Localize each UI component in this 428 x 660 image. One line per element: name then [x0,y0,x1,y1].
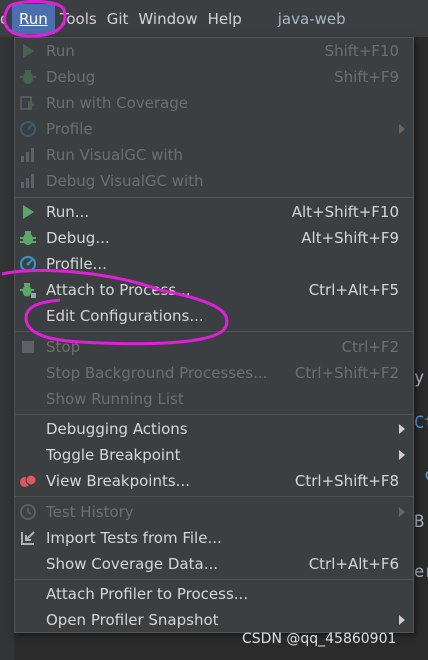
menu-item-label: Run VisualGC with [46,146,183,164]
menu-tools-label: Tools [59,9,97,28]
visualgc-icon [21,148,34,162]
menu-separator [15,331,413,332]
menu-item-shortcut: Shift+F9 [334,68,399,86]
menu-item-shortcut: Ctrl+Shift+F2 [294,364,399,382]
menu-item-shortcut: Shift+F10 [324,42,399,60]
profile-icon [19,255,37,273]
code-fragment: c [424,465,428,485]
import-tests-icon [21,531,35,545]
code-fragment: B [414,512,425,532]
visualgc-debug-icon [21,174,34,188]
menu-window[interactable]: Window [133,4,202,34]
menu-item-label: Attach Profiler to Process... [46,585,249,603]
menu-separator [15,197,413,198]
menu-run-label: Run [19,9,48,28]
menu-item-label: Debugging Actions [46,420,188,438]
menu-item-label: Run... [46,203,90,221]
history-icon [20,504,36,520]
menu-item-stop[interactable]: Stop Ctrl+F2 [15,334,413,360]
menu-item-label: Profile [46,120,93,138]
left-toolbar-strip [0,37,14,660]
debug-icon [20,70,36,84]
menu-item-debugging-actions[interactable]: Debugging Actions [15,416,413,442]
menu-item-shortcut: Alt+Shift+F9 [301,229,399,247]
menu-item-show-running-list[interactable]: Show Running List [15,386,413,412]
menu-separator [15,414,413,415]
submenu-arrow-icon [399,424,405,434]
coverage-icon [20,96,35,110]
menu-item-run-dialog[interactable]: Run... Alt+Shift+F10 [15,199,413,225]
menu-build-partial[interactable]: d [0,4,4,34]
code-fragment: er [414,562,428,582]
menu-item-shortcut: Ctrl+Alt+F5 [308,281,399,299]
menu-item-run-visualgc[interactable]: Run VisualGC with [15,142,413,168]
menu-item-profile-submenu[interactable]: Profile [15,116,413,142]
attach-process-icon [20,283,36,298]
run-icon [23,205,34,219]
menu-item-label: Show Coverage Data... [46,555,218,573]
menu-item-attach-profiler[interactable]: Attach Profiler to Process... [15,581,413,607]
menu-item-show-coverage-data[interactable]: Show Coverage Data... Ctrl+Alt+F6 [15,551,413,577]
menu-item-label: Debug... [46,229,110,247]
menu-help-label: Help [207,9,242,28]
menu-git[interactable]: Git [102,4,134,34]
menu-item-label: Profile... [46,255,107,273]
submenu-arrow-icon [399,124,405,134]
breakpoints-icon [20,474,37,487]
menu-item-label: Open Profiler Snapshot [46,611,219,629]
code-fragment: y [414,368,425,388]
menu-item-label: Import Tests from File... [46,529,222,547]
menu-item-label: Toggle Breakpoint [46,446,181,464]
menu-item-profile-dialog[interactable]: Profile... [15,251,413,277]
run-icon [23,44,34,58]
menu-item-label: Stop [46,338,81,356]
menu-tools[interactable]: Tools [55,4,102,34]
menu-item-shortcut: Ctrl+F2 [341,338,399,356]
menu-item-toggle-breakpoint[interactable]: Toggle Breakpoint [15,442,413,468]
menu-item-label: View Breakpoints... [46,472,190,490]
code-fragment: Ct [414,413,428,433]
menu-item-shortcut: Alt+Shift+F10 [291,203,399,221]
menu-bar: d Run Tools Git Window Help java-web [0,0,428,37]
submenu-arrow-icon [399,615,405,625]
submenu-arrow-icon [399,450,405,460]
menu-item-run-disabled[interactable]: Run Shift+F10 [15,38,413,64]
project-title: java-web [277,9,346,28]
menu-item-label: Run [46,42,75,60]
stop-icon [22,341,34,353]
menu-item-debug-dialog[interactable]: Debug... Alt+Shift+F9 [15,225,413,251]
menu-item-view-breakpoints[interactable]: View Breakpoints... Ctrl+Shift+F8 [15,468,413,494]
menu-git-label: Git [106,9,129,28]
menu-window-label: Window [138,9,198,28]
menu-item-label: Run with Coverage [46,94,188,112]
menu-help[interactable]: Help [203,4,247,34]
menu-item-open-profiler-snapshot[interactable]: Open Profiler Snapshot [15,607,413,633]
menu-item-label: Debug [46,68,96,86]
menu-item-label: Test History [46,503,134,521]
menu-item-label: Show Running List [46,390,184,408]
menu-item-attach-to-process[interactable]: Attach to Process... Ctrl+Alt+F5 [15,277,413,303]
submenu-arrow-icon [399,507,405,517]
watermark: CSDN @qq_45860901 [242,631,397,647]
menu-item-label: Debug VisualGC with [46,172,204,190]
menu-item-import-tests[interactable]: Import Tests from File... [15,525,413,551]
run-menu-dropdown: Run Shift+F10 Debug Shift+F9 Run with Co… [14,37,414,633]
menu-item-stop-background[interactable]: Stop Background Processes... Ctrl+Shift+… [15,360,413,386]
menu-run[interactable]: Run [12,3,55,34]
menu-item-label: Attach to Process... [46,281,191,299]
menu-separator [15,579,413,580]
menu-separator [15,496,413,497]
menu-item-test-history[interactable]: Test History [15,499,413,525]
menu-item-shortcut: Ctrl+Shift+F8 [294,472,399,490]
menu-item-shortcut: Ctrl+Alt+F6 [308,555,399,573]
menu-item-edit-configurations[interactable]: Edit Configurations... [15,303,413,329]
menu-item-label: Edit Configurations... [46,307,204,325]
menu-item-run-with-coverage[interactable]: Run with Coverage [15,90,413,116]
profile-icon [20,121,36,137]
menu-item-debug-disabled[interactable]: Debug Shift+F9 [15,64,413,90]
menu-item-debug-visualgc[interactable]: Debug VisualGC with [15,168,413,194]
debug-icon [20,231,36,245]
menu-item-label: Stop Background Processes... [46,364,268,382]
